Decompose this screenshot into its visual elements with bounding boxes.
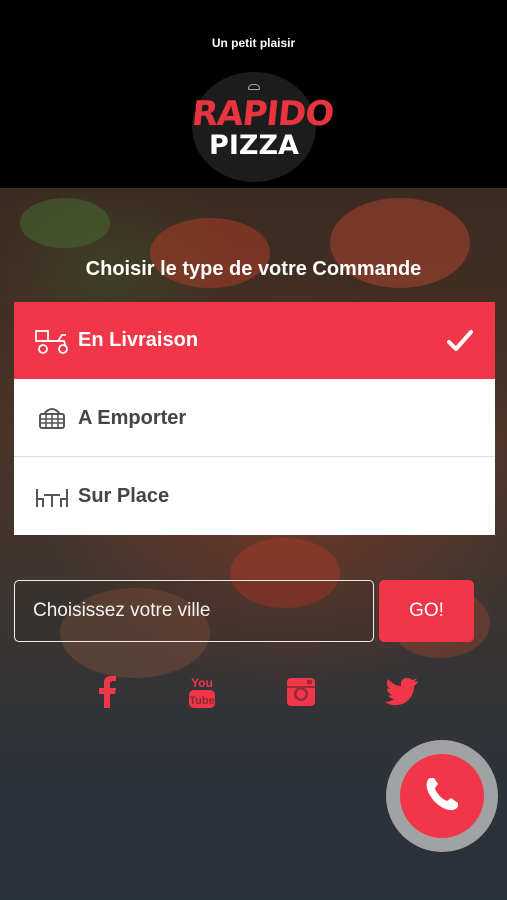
table-chairs-icon [34,483,70,511]
option-livraison[interactable]: En Livraison [14,302,495,379]
order-type-prompt: Choisir le type de votre Commande [85,258,422,280]
logo-text-rapido: RAPIDO [189,94,336,134]
basket-icon [34,404,70,432]
delivery-scooter-icon [34,327,70,355]
svg-text:Tube: Tube [189,695,214,707]
twitter-icon[interactable] [382,672,422,712]
checkmark-icon [445,326,475,356]
option-label: En Livraison [78,329,199,351]
youtube-icon[interactable]: You Tube [182,672,222,712]
option-label: A Emporter [78,406,187,429]
app-header: Un petit plaisir RAPIDO PIZZA [0,0,507,188]
city-input[interactable] [33,600,353,622]
option-sur-place[interactable]: Sur Place [14,458,495,535]
call-button[interactable] [400,754,484,838]
option-label: Sur Place [78,485,170,507]
go-button[interactable]: GO! [379,580,474,642]
chef-hat-icon [248,84,260,90]
facebook-icon[interactable] [87,672,127,712]
rapido-pizza-logo: RAPIDO PIZZA [189,72,336,182]
order-type-list: En Livraison A Emporter Sur Place [14,302,495,535]
svg-text:You: You [191,676,213,690]
tagline: Un petit plaisir [211,36,296,50]
option-emporter[interactable]: A Emporter [14,380,495,457]
logo-text-pizza: PIZZA [209,130,299,161]
instagram-icon[interactable] [281,672,321,712]
phone-icon [422,774,462,819]
city-field[interactable] [14,580,374,642]
